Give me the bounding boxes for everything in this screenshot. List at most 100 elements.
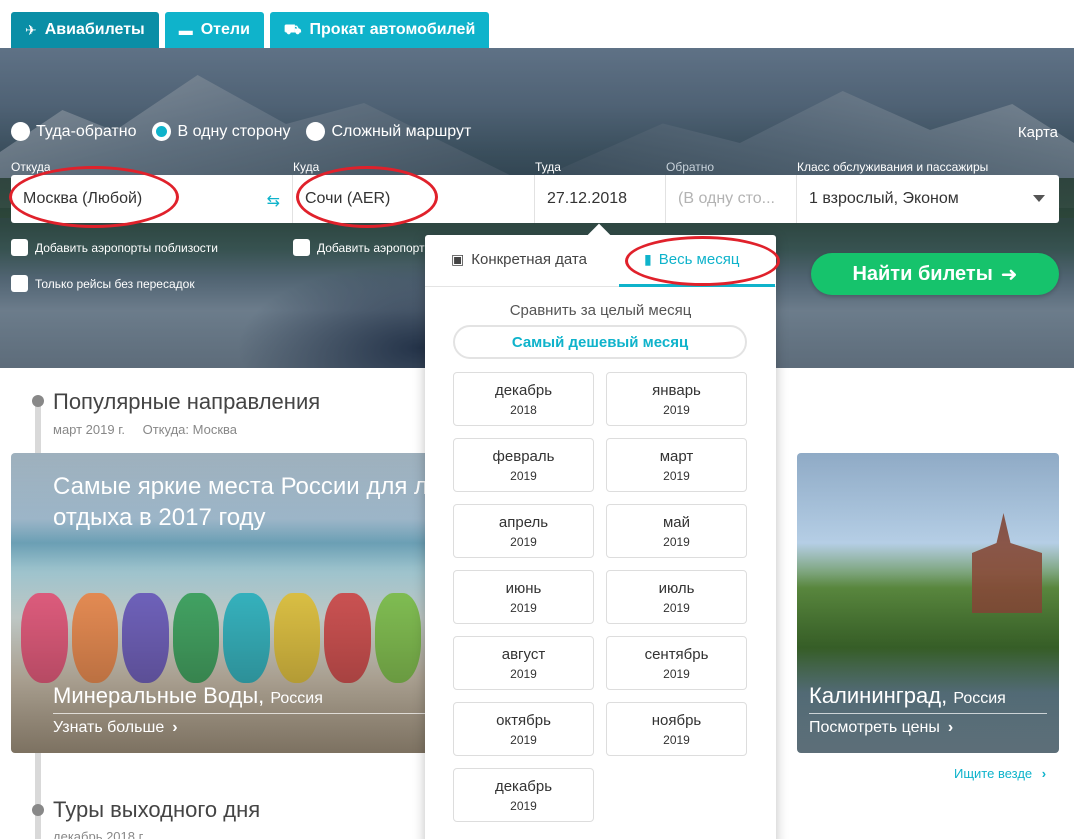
bar-chart-icon: ▮ xyxy=(644,251,652,267)
card-headline: Самые яркие места России для л отдыха в … xyxy=(53,473,429,531)
radio-button[interactable] xyxy=(11,122,30,141)
nearby-to-checkbox[interactable]: Добавить аэропорт xyxy=(293,239,425,256)
month-name: январь xyxy=(652,382,701,399)
compare-month-text: Сравнить за целый месяц xyxy=(509,302,692,319)
month-option[interactable]: апрель 2019 xyxy=(453,504,594,558)
radio-label: Сложный маршрут xyxy=(331,122,472,140)
radio-one-way[interactable]: В одну сторону xyxy=(152,122,290,141)
from-label: Откуда xyxy=(11,160,51,174)
radio-multi-city[interactable]: Сложный маршрут xyxy=(306,122,471,141)
card-link-label: Узнать больше xyxy=(53,719,165,736)
radio-round-trip[interactable]: Туда-обратно xyxy=(11,122,136,141)
search-button-label: Найти билеты xyxy=(852,262,993,285)
month-name: декабрь xyxy=(494,382,553,399)
class-passengers-select[interactable]: 1 взрослый, Эконом xyxy=(797,175,1059,223)
month-year: 2019 xyxy=(663,667,690,681)
city-country: Россия xyxy=(270,690,323,707)
month-option[interactable]: сентябрь 2019 xyxy=(606,636,747,690)
card-divider xyxy=(53,713,431,714)
month-option[interactable]: ноябрь 2019 xyxy=(606,702,747,756)
see-all-link[interactable]: Ищите везде › xyxy=(954,766,1046,781)
nearby-from-checkbox[interactable]: Добавить аэропорты поблизости xyxy=(11,239,218,256)
radio-button[interactable] xyxy=(152,122,172,141)
to-value: Сочи (AER) xyxy=(305,190,391,207)
from-field[interactable]: Москва (Любой) ⇆ xyxy=(11,175,293,223)
month-year: 2018 xyxy=(510,403,537,417)
from-value: Москва (Любой) xyxy=(23,190,143,207)
bed-icon: ▬ xyxy=(178,22,193,38)
month-name: февраль xyxy=(492,448,555,465)
card-link-label: Посмотреть цены xyxy=(809,719,940,736)
month-option[interactable]: август 2019 xyxy=(453,636,594,690)
month-option[interactable]: октябрь 2019 xyxy=(453,702,594,756)
destination-card[interactable]: Калининград, Россия Посмотреть цены › xyxy=(797,453,1059,753)
tab-whole-month[interactable]: ▮ Весь месяц xyxy=(644,251,739,268)
depart-date-field[interactable]: 27.12.2018 xyxy=(535,175,666,223)
checkbox-box[interactable] xyxy=(293,239,310,256)
month-option[interactable]: июнь 2019 xyxy=(453,570,594,624)
month-option[interactable]: март 2019 xyxy=(606,438,747,492)
month-name: октябрь xyxy=(496,712,551,729)
see-all-label: Ищите везде xyxy=(954,766,1033,781)
chevron-right-icon: › xyxy=(172,719,178,736)
month-option[interactable]: декабрь 2019 xyxy=(453,768,594,822)
radio-label: Туда-обратно xyxy=(36,122,137,140)
timeline-dot xyxy=(32,804,44,816)
product-tabs: ✈ Авиабилеты ▬ Отели ⛟ Прокат автомобиле… xyxy=(11,12,490,48)
radio-button[interactable] xyxy=(306,122,326,141)
checkbox-label: Добавить аэропорты поблизости xyxy=(35,240,218,255)
tab-car-rental-label: Прокат автомобилей xyxy=(309,21,476,38)
direct-only-checkbox[interactable]: Только рейсы без пересадок xyxy=(11,275,195,292)
tab-whole-month-label: Весь месяц xyxy=(658,251,740,268)
month-year: 2019 xyxy=(510,667,537,681)
card-divider xyxy=(809,713,1047,714)
month-year: 2019 xyxy=(663,733,690,747)
month-name: июль xyxy=(658,580,695,597)
month-option[interactable]: февраль 2019 xyxy=(453,438,594,492)
to-label: Куда xyxy=(293,160,320,174)
depart-value: 27.12.2018 xyxy=(547,190,628,207)
card-learn-more-link[interactable]: Узнать больше › xyxy=(53,719,178,737)
to-field[interactable]: Сочи (AER) xyxy=(293,175,535,223)
month-year: 2019 xyxy=(510,535,537,549)
active-tab-underline xyxy=(619,284,775,287)
month-year: 2019 xyxy=(663,469,690,483)
month-option[interactable]: июль 2019 xyxy=(606,570,747,624)
cheapest-month-button[interactable]: Самый дешевый месяц xyxy=(453,325,747,359)
date-mode-tabs: ▣ Конкретная дата ▮ Весь месяц xyxy=(425,235,776,287)
tab-hotels[interactable]: ▬ Отели xyxy=(164,12,264,48)
class-label: Класс обслуживания и пассажиры xyxy=(797,160,989,174)
month-name: сентябрь xyxy=(644,646,709,663)
month-name: декабрь xyxy=(494,778,553,795)
chevron-right-icon: › xyxy=(947,719,954,736)
month-option[interactable]: май 2019 xyxy=(606,504,747,558)
search-button[interactable]: Найти билеты ➜ xyxy=(811,253,1059,295)
map-link[interactable]: Карта xyxy=(1018,124,1058,141)
month-option[interactable]: январь 2019 xyxy=(606,372,747,426)
month-year: 2019 xyxy=(510,601,537,615)
checkbox-box[interactable] xyxy=(11,239,28,256)
month-year: 2019 xyxy=(663,403,690,417)
tab-car-rental[interactable]: ⛟ Прокат автомобилей xyxy=(269,12,490,48)
month-year: 2019 xyxy=(510,733,537,747)
popular-title: Популярные направления xyxy=(53,389,321,414)
tours-subtitle: декабрь 2018 г. xyxy=(53,829,146,839)
chevron-down-icon[interactable] xyxy=(1033,195,1045,202)
month-option[interactable]: декабрь 2018 xyxy=(453,372,594,426)
tab-hotels-label: Отели xyxy=(200,21,250,38)
month-year: 2019 xyxy=(510,469,537,483)
month-name: август xyxy=(501,646,546,663)
tab-flights[interactable]: ✈ Авиабилеты xyxy=(11,12,159,48)
timeline-dot xyxy=(32,395,44,407)
month-name: апрель xyxy=(498,514,549,531)
destination-card[interactable]: Самые яркие места России для л отдыха в … xyxy=(11,453,431,753)
card-view-prices-link[interactable]: Посмотреть цены › xyxy=(809,719,953,737)
tab-exact-date[interactable]: ▣ Конкретная дата xyxy=(451,251,587,268)
return-date-field[interactable]: (В одну сто... xyxy=(666,175,797,223)
swap-icon[interactable]: ⇆ xyxy=(267,191,280,211)
checkbox-box[interactable] xyxy=(11,275,28,292)
page: ✈ Авиабилеты ▬ Отели ⛟ Прокат автомобиле… xyxy=(0,0,1074,839)
month-year: 2019 xyxy=(663,601,690,615)
return-placeholder: (В одну сто... xyxy=(678,190,775,207)
card-city: Калининград, Россия xyxy=(809,683,1006,709)
